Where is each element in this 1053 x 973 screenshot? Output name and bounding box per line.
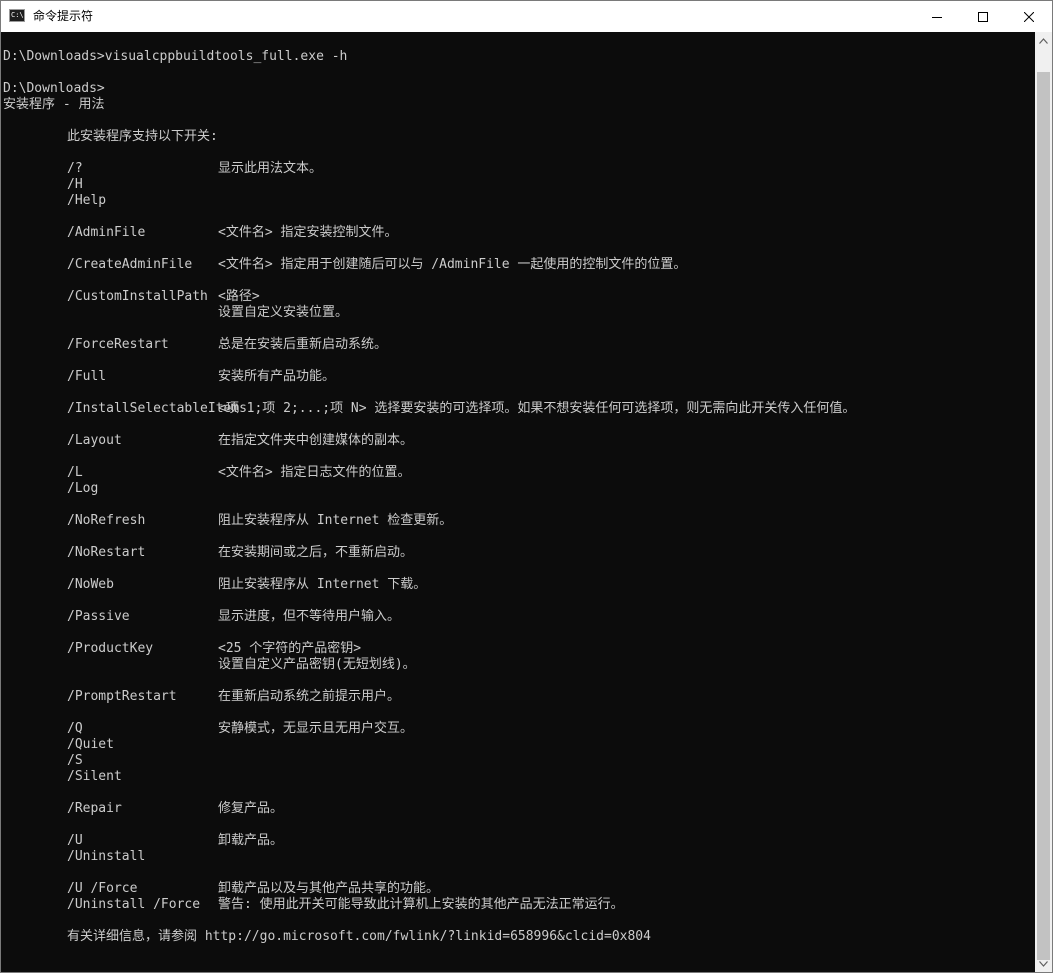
switch-name: /PromptRestart — [67, 689, 177, 704]
window-title: 命令提示符 — [33, 9, 94, 23]
switch-name: /Help — [67, 193, 107, 208]
switch-description: <25 个字符的产品密钥> — [218, 641, 362, 656]
switch-description: 显示进度，但不等待用户输入。 — [218, 609, 401, 624]
switch-name: /NoRefresh — [67, 513, 146, 528]
usage-intro: 此安装程序支持以下开关: — [67, 129, 218, 144]
switch-description: 警告: 使用此开关可能导致此计算机上安装的其他产品无法正常运行。 — [218, 897, 624, 912]
chevron-down-icon — [1039, 960, 1048, 967]
switch-name: /U /Force — [67, 881, 138, 896]
close-button[interactable] — [1006, 1, 1052, 32]
minimize-button[interactable] — [914, 1, 960, 32]
command-line: D:\Downloads>visualcppbuildtools_full.ex… — [3, 49, 348, 64]
switch-name: /Uninstall — [67, 849, 146, 864]
switch-description: <文件名> 指定安装控制文件。 — [218, 225, 398, 240]
switch-description: <文件名> 指定日志文件的位置。 — [218, 465, 411, 480]
switch-name: /NoRestart — [67, 545, 146, 560]
switch-description: 卸载产品。 — [218, 833, 284, 848]
switch-name: /L — [67, 465, 83, 480]
switch-name: /CreateAdminFile — [67, 257, 193, 272]
switch-name: /Full — [67, 369, 107, 384]
usage-title: 安装程序 - 用法 — [3, 97, 105, 112]
scroll-up-button[interactable] — [1035, 32, 1052, 49]
switch-name: /Silent — [67, 769, 122, 784]
switch-description: 阻止安装程序从 Internet 下载。 — [218, 577, 427, 592]
minimize-icon — [932, 16, 942, 18]
switch-description: 在安装期间或之后，不重新启动。 — [218, 545, 414, 560]
switch-name: /NoWeb — [67, 577, 114, 592]
switch-name: /Log — [67, 481, 99, 496]
prompt-line: D:\Downloads> — [3, 81, 105, 96]
switch-description: 卸载产品以及与其他产品共享的功能。 — [218, 881, 440, 896]
switch-name: /AdminFile — [67, 225, 146, 240]
switch-description: 设置自定义安装位置。 — [218, 305, 349, 320]
console-output[interactable]: D:\Downloads>visualcppbuildtools_full.ex… — [1, 32, 1035, 972]
switch-name: /Passive — [67, 609, 130, 624]
switch-name: /? — [67, 161, 83, 176]
switch-description: 安装所有产品功能。 — [218, 369, 336, 384]
switch-description: 在重新启动系统之前提示用户。 — [218, 689, 401, 704]
maximize-icon — [978, 11, 988, 22]
switch-description: 显示此用法文本。 — [218, 161, 323, 176]
switch-name: /Repair — [67, 801, 122, 816]
switch-description: 总是在安装后重新启动系统。 — [218, 337, 388, 352]
switch-description: 修复产品。 — [218, 801, 284, 816]
switch-name: /U — [67, 833, 83, 848]
switch-description: <文件名> 指定用于创建随后可以与 /AdminFile 一起使用的控制文件的位… — [218, 257, 687, 272]
switch-description: 安静模式，无显示且无用户交互。 — [218, 721, 414, 736]
switch-name: /H — [67, 177, 83, 192]
chevron-up-icon — [1039, 37, 1048, 44]
maximize-button[interactable] — [960, 1, 1006, 32]
switch-description: <项 1;项 2;...;项 N> 选择要安装的可选择项。如果不想安装任何可选择… — [218, 401, 856, 416]
more-info-line: 有关详细信息，请参阅 http://go.microsoft.com/fwlin… — [67, 929, 651, 944]
switch-description: 在指定文件夹中创建媒体的副本。 — [218, 433, 414, 448]
switch-name: /Layout — [67, 433, 122, 448]
switch-description: 设置自定义产品密钥(无短划线)。 — [218, 657, 416, 672]
switch-name: /Uninstall /Force — [67, 897, 201, 912]
switch-name: /ProductKey — [67, 641, 154, 656]
switch-name: /S — [67, 753, 83, 768]
switch-description: <路径> — [218, 289, 260, 304]
switch-name: /Q — [67, 721, 83, 736]
switch-name: /CustomInstallPath — [67, 289, 208, 304]
scrollbar-thumb[interactable] — [1037, 72, 1050, 960]
scroll-down-button[interactable] — [1035, 955, 1052, 972]
close-icon — [1024, 11, 1034, 22]
switch-name: /ForceRestart — [67, 337, 169, 352]
title-bar[interactable]: C:\ 命令提示符 — [1, 1, 1052, 32]
command-prompt-icon: C:\ — [9, 9, 25, 22]
switch-description: 阻止安装程序从 Internet 检查更新。 — [218, 513, 453, 528]
command-prompt-window: C:\ 命令提示符 D:\Downloads>visualcppbuildtoo… — [0, 0, 1053, 973]
switch-name: /Quiet — [67, 737, 114, 752]
vertical-scrollbar[interactable] — [1035, 32, 1052, 972]
